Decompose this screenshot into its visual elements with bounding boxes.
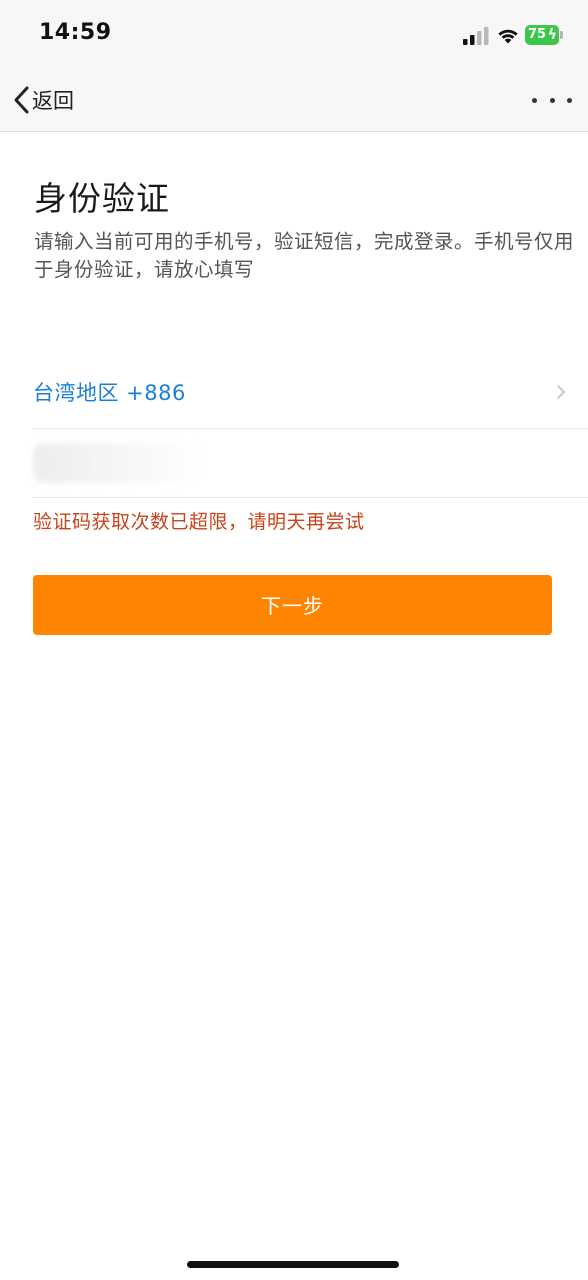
navigation-bar: 返回 bbox=[0, 72, 588, 130]
phone-field-row bbox=[33, 429, 588, 498]
chevron-right-icon bbox=[557, 385, 565, 399]
wifi-icon bbox=[498, 29, 518, 44]
battery-cap bbox=[560, 31, 563, 39]
phone-input[interactable] bbox=[33, 429, 588, 497]
back-label: 返回 bbox=[32, 89, 74, 113]
region-selector[interactable]: 台湾地区 +886 bbox=[33, 360, 588, 429]
status-bar: 14:59 75 ϟ bbox=[0, 0, 588, 70]
more-dots-icon bbox=[549, 97, 555, 103]
battery-level: 75 bbox=[528, 27, 547, 42]
charging-bolt-icon: ϟ bbox=[547, 27, 557, 43]
next-step-button[interactable]: 下一步 bbox=[33, 575, 552, 635]
more-dots-icon bbox=[532, 97, 537, 103]
back-button[interactable]: 返回 bbox=[12, 82, 74, 118]
more-options-button[interactable] bbox=[532, 90, 572, 110]
home-indicator[interactable] bbox=[187, 1261, 399, 1268]
verification-screen: 14:59 75 ϟ 返回 身份验证 请输入当前可用的手机号，验证短信，完成登录… bbox=[0, 0, 588, 1280]
chevron-left-icon bbox=[14, 86, 29, 114]
error-message: 验证码获取次数已超限，请明天再尝试 bbox=[33, 511, 365, 533]
region-label: 台湾地区 +886 bbox=[33, 381, 186, 405]
more-dots-icon bbox=[567, 97, 572, 103]
top-bar-background: 14:59 75 ϟ 返回 bbox=[0, 0, 588, 132]
status-time: 14:59 bbox=[39, 20, 112, 45]
page-title: 身份验证 bbox=[34, 179, 170, 218]
page-subtitle: 请输入当前可用的手机号，验证短信，完成登录。手机号仅用于身份验证，请放心填写 bbox=[34, 230, 575, 281]
battery-indicator: 75 ϟ bbox=[525, 25, 563, 45]
cellular-signal-icon bbox=[463, 27, 489, 45]
